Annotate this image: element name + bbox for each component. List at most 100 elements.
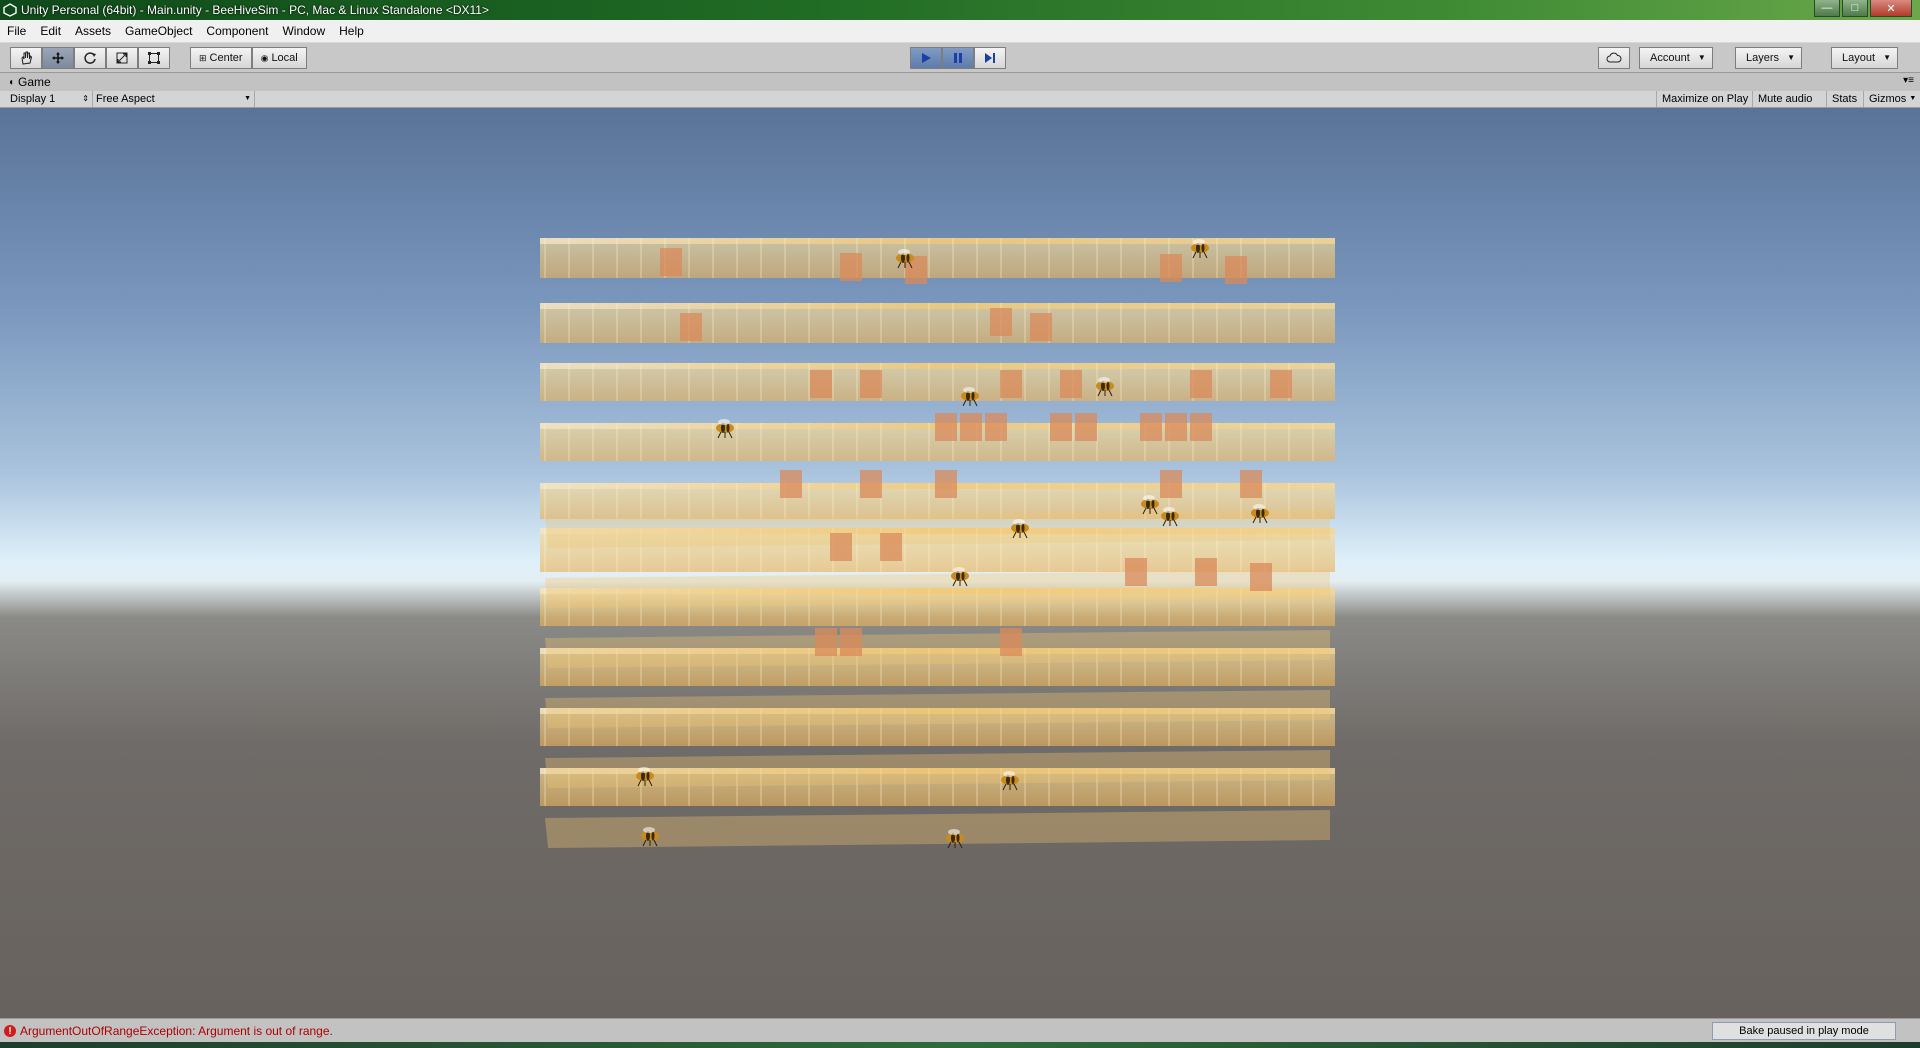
brood-cell — [1050, 413, 1072, 441]
tab-game[interactable]: ◖ Game — [8, 75, 51, 89]
brood-cell — [1075, 413, 1097, 441]
tab-game-label: Game — [18, 75, 51, 89]
window-title-bar: Unity Personal (64bit) - Main.unity - Be… — [0, 0, 1920, 20]
brood-cell — [1030, 313, 1052, 341]
updown-icon: ⇕ — [82, 94, 89, 103]
chevron-down-icon: ▼ — [1787, 53, 1796, 62]
layers-label: Layers — [1746, 52, 1780, 64]
maximize-on-play-toggle[interactable]: Maximize on Play — [1656, 91, 1753, 107]
layers-dropdown[interactable]: Layers ▼ — [1735, 47, 1803, 69]
brood-cell — [780, 470, 802, 498]
pivot-space-label: Local — [271, 52, 298, 64]
menu-file[interactable]: File — [0, 20, 33, 42]
move-icon — [52, 52, 64, 64]
chevron-down-icon: ▼ — [1883, 53, 1892, 62]
game-viewport[interactable] — [0, 108, 1920, 1018]
layout-label: Layout — [1842, 52, 1876, 64]
brood-cell — [1000, 370, 1022, 398]
brood-cell — [960, 413, 982, 441]
mute-audio-toggle[interactable]: Mute audio — [1752, 91, 1817, 107]
window-title: Unity Personal (64bit) - Main.unity - Be… — [21, 3, 489, 17]
brood-cell — [660, 248, 682, 276]
comb-layer — [540, 238, 1335, 278]
pivot-icon: ⊞ — [199, 52, 207, 63]
panel-menu-icon[interactable]: ▾≡ — [1903, 75, 1914, 86]
brood-cell — [815, 628, 837, 656]
menu-component[interactable]: Component — [199, 20, 275, 42]
brood-cell — [1165, 413, 1187, 441]
menu-help[interactable]: Help — [332, 20, 371, 42]
gizmos-dropdown[interactable]: Gizmos ▼ — [1863, 91, 1918, 107]
layout-group: Layout ▼ — [1831, 47, 1899, 69]
unity-logo-icon — [3, 3, 17, 17]
brood-cell — [880, 533, 902, 561]
brood-cell — [860, 470, 882, 498]
hand-icon — [21, 51, 33, 65]
aspect-dropdown[interactable]: Free Aspect ▼ — [92, 91, 255, 107]
menu-window[interactable]: Window — [275, 20, 332, 42]
play-button[interactable] — [910, 47, 942, 69]
display-label: Display 1 — [10, 93, 56, 105]
rect-transform-icon — [148, 52, 160, 64]
transform-tools — [10, 47, 170, 69]
brood-cell — [1160, 470, 1182, 498]
layout-dropdown[interactable]: Layout ▼ — [1831, 47, 1899, 69]
cloud-icon — [1606, 52, 1622, 63]
error-icon: ! — [4, 1025, 16, 1037]
brood-cell — [1000, 628, 1022, 656]
brood-cell — [990, 308, 1012, 336]
pivot-center-toggle[interactable]: ⊞ Center — [190, 47, 252, 69]
pause-button[interactable] — [942, 47, 974, 69]
account-label: Account — [1650, 52, 1690, 64]
camera-icon: ◖ — [8, 76, 15, 88]
brood-cell — [985, 413, 1007, 441]
comb-floor — [545, 810, 1330, 848]
collab-group — [1598, 47, 1630, 69]
local-space-icon: ◉ — [260, 52, 269, 63]
menu-gameobject[interactable]: GameObject — [118, 20, 199, 42]
chevron-down-icon: ▼ — [1697, 53, 1706, 62]
account-group: Account ▼ — [1639, 47, 1713, 69]
brood-cell — [1270, 370, 1292, 398]
maximize-button[interactable]: □ — [1842, 0, 1868, 17]
comb-layer — [540, 303, 1335, 343]
pivot-toggles: ⊞ Center ◉ Local — [190, 47, 307, 69]
menu-edit[interactable]: Edit — [33, 20, 68, 42]
chevron-down-icon: ▼ — [1909, 95, 1917, 102]
cloud-button[interactable] — [1598, 47, 1630, 69]
rotate-tool-button[interactable] — [74, 47, 106, 69]
brood-cell — [1195, 558, 1217, 586]
status-bar: ! ArgumentOutOfRangeException: Argument … — [0, 1018, 1920, 1043]
minimize-button[interactable]: — — [1814, 0, 1840, 17]
rect-tool-button[interactable] — [138, 47, 170, 69]
close-button[interactable]: ✕ — [1870, 0, 1912, 17]
brood-cell — [935, 470, 957, 498]
display-dropdown[interactable]: Display 1 ⇕ — [4, 91, 93, 107]
move-tool-button[interactable] — [42, 47, 74, 69]
stats-toggle[interactable]: Stats — [1826, 91, 1862, 107]
brood-cell — [860, 370, 882, 398]
pivot-space-toggle[interactable]: ◉ Local — [251, 47, 307, 69]
brood-cell — [1190, 413, 1212, 441]
bake-status-indicator: Bake paused in play mode — [1712, 1022, 1896, 1040]
window-controls: — □ ✕ — [1812, 0, 1912, 18]
os-taskbar — [0, 1042, 1920, 1048]
account-dropdown[interactable]: Account ▼ — [1639, 47, 1713, 69]
brood-cell — [1250, 563, 1272, 591]
chevron-down-icon: ▼ — [244, 95, 251, 102]
rotate-icon — [84, 52, 96, 64]
scale-tool-button[interactable] — [106, 47, 138, 69]
brood-cell — [840, 628, 862, 656]
step-button[interactable] — [974, 47, 1006, 69]
brood-cell — [1225, 256, 1247, 284]
hand-tool-button[interactable] — [10, 47, 42, 69]
comb-layer — [540, 363, 1335, 401]
scale-icon — [116, 52, 128, 64]
step-icon — [985, 53, 995, 63]
brood-cell — [830, 533, 852, 561]
console-error-message[interactable]: ArgumentOutOfRangeException: Argument is… — [20, 1024, 333, 1038]
brood-cell — [1125, 558, 1147, 586]
menu-assets[interactable]: Assets — [68, 20, 118, 42]
pivot-center-label: Center — [209, 52, 243, 64]
brood-cell — [1240, 470, 1262, 498]
